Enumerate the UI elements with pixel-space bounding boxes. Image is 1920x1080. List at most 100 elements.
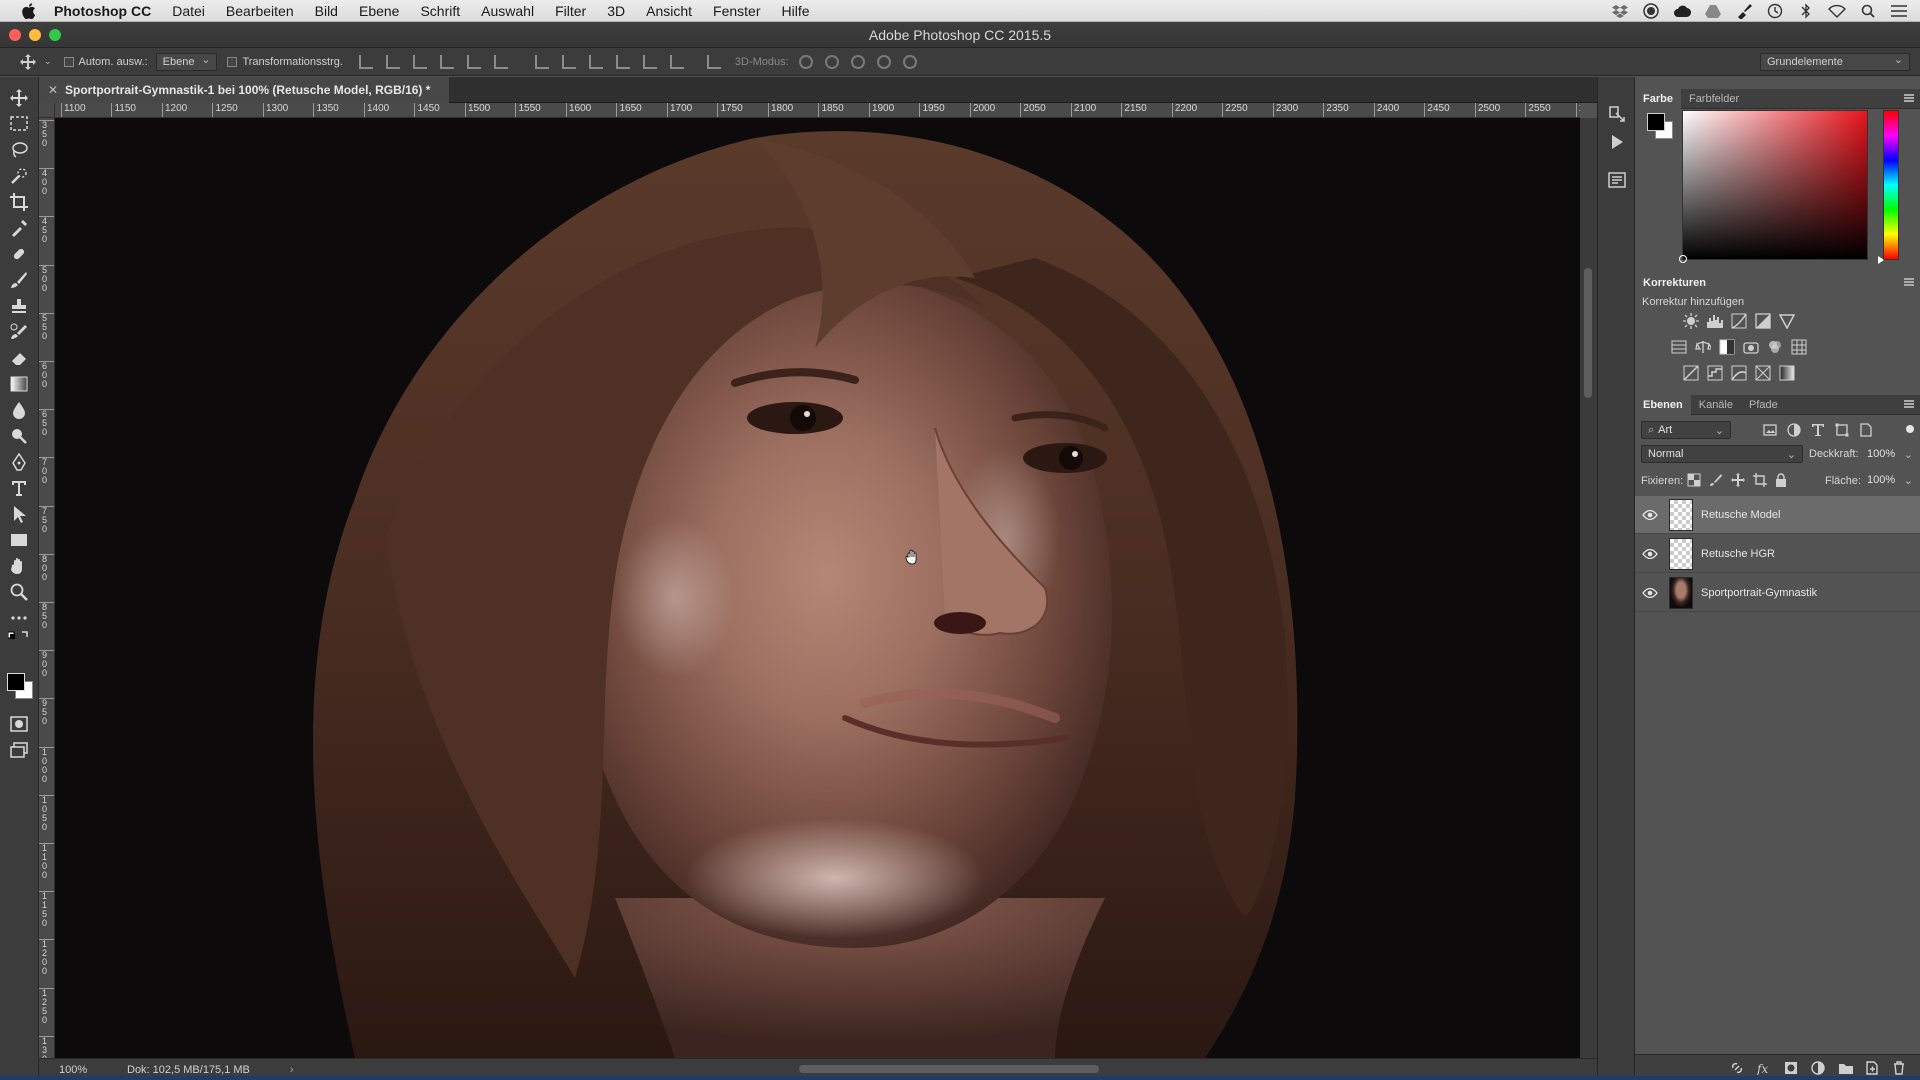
fill-field[interactable]: 100% ⌄ [1861, 471, 1915, 489]
history-panel-icon[interactable] [1607, 104, 1627, 124]
hand-tool-icon[interactable] [8, 555, 30, 577]
document-canvas[interactable] [55, 118, 1580, 1058]
exposure-icon[interactable] [1755, 313, 1771, 329]
lock-all-icon[interactable] [1775, 473, 1787, 492]
distribute-right-icon[interactable] [669, 54, 684, 69]
auto-select-target-dropdown[interactable]: Ebene [155, 52, 218, 71]
color-panel-menu-icon[interactable] [1904, 94, 1914, 102]
clone-stamp-tool-icon[interactable] [8, 295, 30, 317]
wifi-icon[interactable] [1828, 3, 1846, 19]
scale-3d-icon[interactable] [902, 54, 917, 69]
distribute-vcenter-icon[interactable] [561, 54, 576, 69]
path-selection-tool-icon[interactable] [8, 503, 30, 525]
move-tool-icon[interactable] [8, 87, 30, 109]
align-top-icon[interactable] [358, 54, 373, 69]
slide-3d-icon[interactable] [876, 54, 891, 69]
filter-smart-objects-icon[interactable] [1859, 423, 1873, 442]
align-left-icon[interactable] [439, 54, 454, 69]
color-panel-foreground-swatch[interactable] [1647, 113, 1665, 131]
horizontal-scroll-thumb[interactable] [799, 1065, 1099, 1073]
hue-saturation-icon[interactable] [1671, 339, 1687, 355]
lock-position-icon[interactable] [1731, 473, 1745, 492]
align-vcenter-icon[interactable] [385, 54, 400, 69]
layer-style-fx-icon[interactable]: fx [1756, 1061, 1771, 1076]
layer-filter-kind-dropdown[interactable]: ⌕ Art ⌄ [1641, 421, 1731, 439]
menu-fenster[interactable]: Fenster [713, 3, 760, 19]
close-document-icon[interactable]: ✕ [48, 83, 58, 97]
layer-name[interactable]: Retusche Model [1701, 509, 1781, 521]
layer-row[interactable]: Retusche HGR [1635, 535, 1920, 573]
spotlight-search-icon[interactable] [1859, 3, 1877, 19]
filter-type-layers-icon[interactable] [1811, 423, 1825, 442]
type-tool-icon[interactable] [8, 477, 30, 499]
color-picker-handle[interactable] [1679, 255, 1687, 263]
align-bottom-icon[interactable] [412, 54, 427, 69]
hue-slider-handle[interactable] [1878, 256, 1884, 264]
actions-play-icon[interactable] [1607, 132, 1627, 152]
orbit-3d-icon[interactable] [798, 54, 813, 69]
pen-tool-icon[interactable] [8, 451, 30, 473]
document-tab[interactable]: ✕ Sportportrait-Gymnastik-1 bei 100% (Re… [39, 77, 449, 103]
menu-bearbeiten[interactable]: Bearbeiten [226, 3, 294, 19]
rectangle-tool-icon[interactable] [8, 529, 30, 551]
crop-tool-icon[interactable] [8, 191, 30, 213]
tab-farbfelder[interactable]: Farbfelder [1681, 89, 1747, 109]
link-layers-icon[interactable] [1730, 1061, 1744, 1075]
filter-pixel-layers-icon[interactable] [1763, 423, 1777, 442]
roll-3d-icon[interactable] [824, 54, 839, 69]
auto-align-icon[interactable] [706, 54, 721, 69]
ruler-origin[interactable] [39, 103, 55, 118]
menu-hilfe[interactable]: Hilfe [782, 3, 810, 19]
color-saturation-field[interactable] [1679, 110, 1868, 263]
menu-schrift[interactable]: Schrift [420, 3, 460, 19]
layer-row[interactable]: Sportportrait-Gymnastik [1635, 574, 1920, 612]
gradient-tool-icon[interactable] [8, 373, 30, 395]
distribute-bottom-icon[interactable] [588, 54, 603, 69]
delete-layer-icon[interactable] [1892, 1060, 1906, 1075]
lasso-tool-icon[interactable] [8, 139, 30, 161]
layers-panel-menu-icon[interactable] [1904, 400, 1914, 408]
tool-preset-chevron-icon[interactable]: ⌄ [44, 56, 52, 67]
dropbox-icon[interactable] [1611, 3, 1629, 19]
tab-kanaele[interactable]: Kanäle [1691, 395, 1741, 415]
filter-shape-layers-icon[interactable] [1835, 423, 1849, 442]
tab-korrekturen[interactable]: Korrekturen [1635, 273, 1714, 293]
drive-icon[interactable] [1704, 3, 1722, 19]
apple-icon[interactable] [18, 2, 40, 19]
selective-color-icon[interactable] [1755, 365, 1771, 381]
blend-mode-dropdown[interactable]: Normal ⌄ [1641, 445, 1803, 463]
color-hue-slider[interactable] [1878, 110, 1899, 264]
curves-icon[interactable] [1731, 313, 1747, 329]
minimize-window-button[interactable] [29, 29, 41, 41]
record-icon[interactable] [1642, 3, 1660, 19]
layer-name[interactable]: Sportportrait-Gymnastik [1701, 587, 1817, 599]
adjustments-panel-menu-icon[interactable] [1904, 278, 1914, 286]
eraser-tool-icon[interactable] [8, 347, 30, 369]
layer-name[interactable]: Retusche HGR [1701, 548, 1775, 560]
visibility-eye-icon[interactable] [1635, 535, 1665, 573]
brightness-contrast-icon[interactable] [1683, 313, 1699, 329]
horizontal-ruler[interactable]: 1100 1150 1200 1250 1300 1350 1400 1450 1500 1550… [55, 103, 1580, 118]
layer-row[interactable]: Retusche Model [1635, 496, 1920, 534]
lock-transparency-icon[interactable] [1687, 473, 1701, 492]
quick-mask-icon[interactable] [8, 713, 30, 735]
add-mask-icon[interactable] [1784, 1061, 1798, 1075]
pan-3d-icon[interactable] [850, 54, 865, 69]
move-tool-preset-icon[interactable] [20, 53, 44, 70]
quick-selection-tool-icon[interactable] [8, 165, 30, 187]
lock-image-pixels-icon[interactable] [1709, 473, 1723, 492]
more-tools-icon[interactable] [8, 607, 30, 629]
close-window-button[interactable] [9, 29, 21, 41]
visibility-eye-icon[interactable] [1635, 574, 1665, 612]
screen-mode-icon[interactable] [8, 739, 30, 761]
invert-icon[interactable] [1683, 365, 1699, 381]
properties-panel-icon[interactable] [1607, 170, 1627, 190]
tab-pfade[interactable]: Pfade [1741, 395, 1786, 415]
canvas-vertical-scrollbar[interactable] [1580, 118, 1597, 1058]
distribute-hcenter-icon[interactable] [642, 54, 657, 69]
align-right-icon[interactable] [493, 54, 508, 69]
align-hcenter-icon[interactable] [466, 54, 481, 69]
lock-artboard-icon[interactable] [1753, 473, 1767, 492]
new-layer-icon[interactable] [1865, 1060, 1879, 1075]
time-machine-icon[interactable] [1766, 3, 1784, 19]
